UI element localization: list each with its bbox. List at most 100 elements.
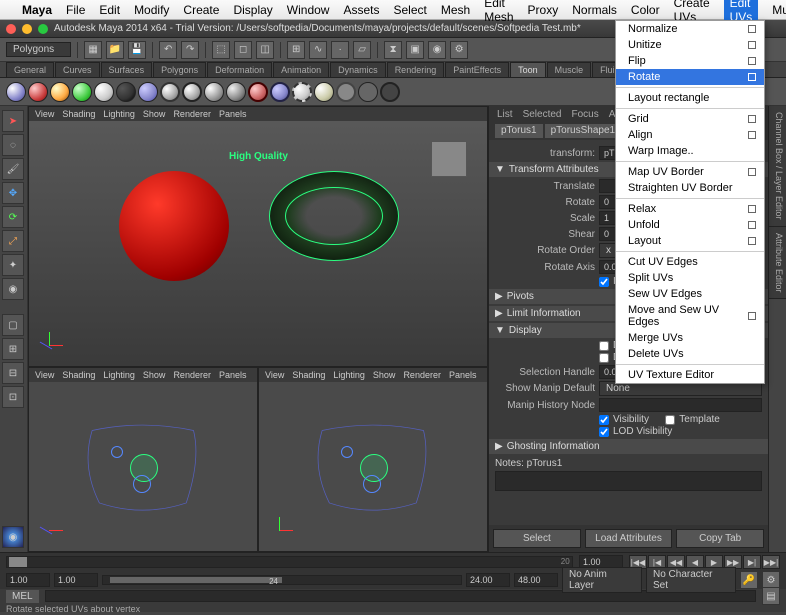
option-box-icon[interactable] <box>748 221 756 229</box>
red-sphere-object[interactable] <box>119 171 229 281</box>
toon-shader-7-icon[interactable] <box>138 82 158 102</box>
option-box-icon[interactable] <box>748 41 756 49</box>
option-box-icon[interactable] <box>748 25 756 33</box>
move-tool-icon[interactable]: ✥ <box>2 182 24 204</box>
soft-mod-tool-icon[interactable]: ◉ <box>2 278 24 300</box>
menu-mesh[interactable]: Mesh <box>441 3 470 17</box>
anim-layer-dropdown[interactable]: No Anim Layer <box>562 567 642 593</box>
toon-shader-5-icon[interactable] <box>94 82 114 102</box>
load-attributes-button[interactable]: Load Attributes <box>585 529 673 548</box>
menu-window[interactable]: Window <box>287 3 330 17</box>
shelf-tab-animation[interactable]: Animation <box>273 62 329 77</box>
torus-wireframe-object[interactable] <box>269 171 399 261</box>
shelf-tab-painteffects[interactable]: PaintEffects <box>445 62 509 77</box>
menu-item-grid[interactable]: Grid <box>616 111 764 127</box>
ae-tab-list[interactable]: List <box>497 109 513 120</box>
option-box-icon[interactable] <box>748 237 756 245</box>
display-handle-checkbox[interactable] <box>599 341 609 351</box>
menu-item-cut-uv-edges[interactable]: Cut UV Edges <box>616 254 764 270</box>
option-box-icon[interactable] <box>748 115 756 123</box>
lasso-tool-icon[interactable]: ◌ <box>2 134 24 156</box>
menu-item-unfold[interactable]: Unfold <box>616 217 764 233</box>
range-out-field[interactable] <box>466 573 510 587</box>
four-view-icon[interactable]: ⊞ <box>2 338 24 360</box>
option-box-icon[interactable] <box>748 312 756 320</box>
toon-shader-3-icon[interactable] <box>50 82 70 102</box>
snap-point-icon[interactable]: · <box>331 41 349 59</box>
menu-item-uv-texture-editor[interactable]: UV Texture Editor <box>616 367 764 383</box>
visibility-checkbox[interactable] <box>599 415 609 425</box>
open-scene-icon[interactable]: 📁 <box>106 41 124 59</box>
menu-muscle[interactable]: Muscle <box>772 3 786 17</box>
menu-select[interactable]: Select <box>394 3 427 17</box>
menu-file[interactable]: File <box>66 3 85 17</box>
toon-outline-3-icon[interactable] <box>204 82 224 102</box>
scale-tool-icon[interactable]: ⤢ <box>2 230 24 252</box>
current-time-marker[interactable] <box>9 557 27 567</box>
range-start-field[interactable] <box>6 573 50 587</box>
menu-item-move-and-sew-uv-edges[interactable]: Move and Sew UV Edges <box>616 302 764 330</box>
snap-grid-icon[interactable]: ⊞ <box>287 41 305 59</box>
vp-menu-view[interactable]: View <box>35 109 54 119</box>
render-icon[interactable]: ▣ <box>406 41 424 59</box>
toon-outline-7-icon[interactable] <box>292 82 312 102</box>
toon-outline-5-icon[interactable] <box>248 82 268 102</box>
new-scene-icon[interactable]: ▦ <box>84 41 102 59</box>
last-tool-icon[interactable]: ◉ <box>2 526 24 548</box>
menu-item-sew-uv-edges[interactable]: Sew UV Edges <box>616 286 764 302</box>
option-box-icon[interactable] <box>748 131 756 139</box>
snap-plane-icon[interactable]: ▱ <box>353 41 371 59</box>
persp-outliner-icon[interactable]: ⊟ <box>2 362 24 384</box>
sphere-front-view[interactable] <box>363 475 381 493</box>
ae-tab-focus[interactable]: Focus <box>571 109 598 120</box>
select-button[interactable]: Select <box>493 529 581 548</box>
menu-item-delete-uvs[interactable]: Delete UVs <box>616 346 764 362</box>
toon-fill-2-icon[interactable] <box>358 82 378 102</box>
attribute-editor-tab[interactable]: Attribute Editor <box>769 227 786 300</box>
hypershade-icon[interactable]: ⊡ <box>2 386 24 408</box>
range-slider[interactable]: 24 <box>102 575 462 585</box>
option-box-icon[interactable] <box>748 168 756 176</box>
display-local-axis-checkbox[interactable] <box>599 353 609 363</box>
minimize-icon[interactable] <box>22 24 32 34</box>
toon-outline-1-icon[interactable] <box>160 82 180 102</box>
manip-history-field[interactable] <box>599 398 762 412</box>
shelf-tab-general[interactable]: General <box>6 62 54 77</box>
menu-modify[interactable]: Modify <box>134 3 169 17</box>
menu-item-unitize[interactable]: Unitize <box>616 37 764 53</box>
menu-item-warp-image-[interactable]: Warp Image.. <box>616 143 764 159</box>
vp-menu-panels[interactable]: Panels <box>219 109 247 119</box>
zoom-icon[interactable] <box>38 24 48 34</box>
menu-item-rotate[interactable]: Rotate <box>616 69 764 85</box>
range-end-field[interactable] <box>514 573 558 587</box>
toon-fill-1-icon[interactable] <box>336 82 356 102</box>
shelf-tab-dynamics[interactable]: Dynamics <box>330 62 386 77</box>
select-hierarchy-icon[interactable]: ⬚ <box>212 41 230 59</box>
menu-create[interactable]: Create <box>183 3 219 17</box>
menu-proxy[interactable]: Proxy <box>528 3 559 17</box>
character-set-dropdown[interactable]: No Character Set <box>646 567 736 593</box>
render-settings-icon[interactable]: ⚙ <box>450 41 468 59</box>
redo-icon[interactable]: ↷ <box>181 41 199 59</box>
toon-shader-1-icon[interactable] <box>6 82 26 102</box>
template-checkbox[interactable] <box>665 415 675 425</box>
rotate-tool-icon[interactable]: ⟳ <box>2 206 24 228</box>
channel-box-tab[interactable]: Channel Box / Layer Editor <box>769 106 786 227</box>
mel-label[interactable]: MEL <box>6 590 39 603</box>
menu-item-layout-rectangle[interactable]: Layout rectangle <box>616 90 764 106</box>
viewport-persp[interactable]: View Shading Lighting Show Renderer Pane… <box>28 106 488 367</box>
range-in-field[interactable] <box>54 573 98 587</box>
autokey-icon[interactable]: 🔑 <box>740 571 758 589</box>
menu-item-relax[interactable]: Relax <box>616 201 764 217</box>
app-name[interactable]: Maya <box>22 3 52 17</box>
menu-item-align[interactable]: Align <box>616 127 764 143</box>
history-icon[interactable]: ⧗ <box>384 41 402 59</box>
save-scene-icon[interactable]: 💾 <box>128 41 146 59</box>
menu-item-merge-uvs[interactable]: Merge UVs <box>616 330 764 346</box>
menu-normals[interactable]: Normals <box>572 3 617 17</box>
sphere-top-view[interactable] <box>133 475 151 493</box>
select-object-icon[interactable]: ◻ <box>234 41 252 59</box>
menu-item-layout[interactable]: Layout <box>616 233 764 249</box>
select-tool-icon[interactable]: ➤ <box>2 110 24 132</box>
step-forward-key-icon[interactable]: ▶| <box>743 555 761 569</box>
